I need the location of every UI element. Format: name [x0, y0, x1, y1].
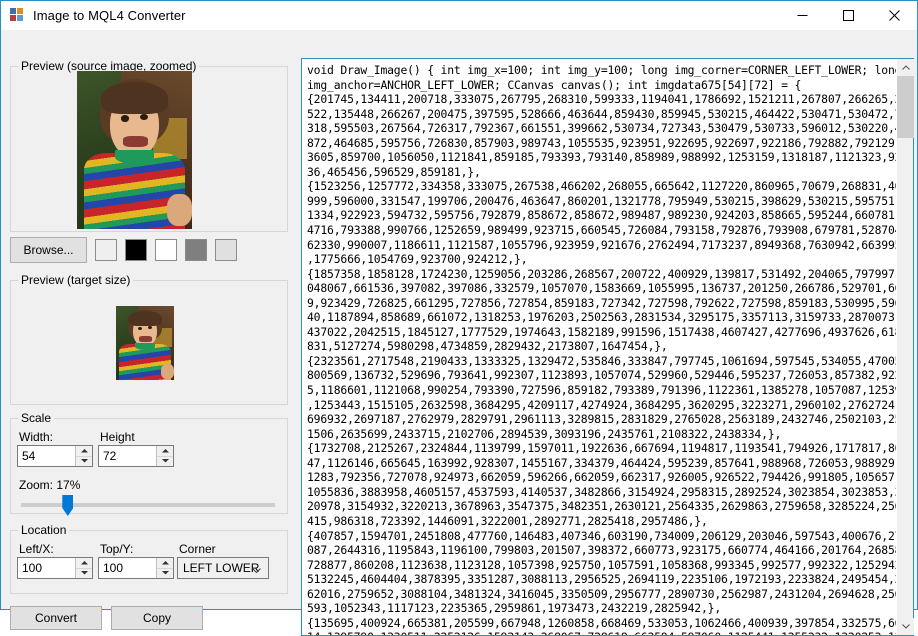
browse-row: Browse...: [10, 237, 237, 263]
chevron-up-icon: [162, 449, 169, 453]
swatch-gray[interactable]: [185, 239, 207, 261]
scale-legend: Scale: [18, 411, 54, 425]
location-legend: Location: [18, 523, 69, 537]
top-y-stepper[interactable]: [98, 557, 174, 579]
minimize-icon: [797, 10, 808, 21]
left-x-stepper-arrows[interactable]: [75, 558, 92, 578]
left-panel: Preview (source image, zoomed) Browse...: [1, 30, 298, 609]
target-preview-legend: Preview (target size): [18, 273, 133, 287]
zoom-slider[interactable]: [17, 494, 279, 518]
target-preview-group: Preview (target size): [10, 280, 288, 405]
chevron-up-icon: [162, 561, 169, 565]
swatch-offwhite[interactable]: [95, 239, 117, 261]
chevron-up-icon: [81, 561, 88, 565]
scrollbar-up-button[interactable]: [897, 59, 914, 76]
height-stepper-down[interactable]: [157, 457, 173, 467]
window-title: Image to MQL4 Converter: [33, 8, 186, 23]
left-x-stepper-down[interactable]: [76, 569, 92, 579]
top-y-label: Top/Y:: [100, 542, 133, 556]
height-stepper[interactable]: [98, 445, 174, 467]
corner-label: Corner: [179, 542, 216, 556]
top-y-stepper-down[interactable]: [157, 569, 173, 579]
left-x-label: Left/X:: [19, 542, 54, 556]
target-preview-image: [116, 306, 174, 380]
maximize-icon: [843, 10, 854, 21]
chevron-up-icon: [81, 449, 88, 453]
window-controls: [779, 1, 917, 30]
title-bar: Image to MQL4 Converter: [1, 1, 917, 30]
scrollbar-thumb[interactable]: [897, 76, 914, 138]
height-stepper-arrows[interactable]: [156, 446, 173, 466]
close-button[interactable]: [871, 1, 917, 30]
chevron-down-icon: [162, 459, 169, 463]
height-input[interactable]: [99, 446, 156, 466]
chevron-down-icon: [252, 563, 261, 577]
left-x-stepper-up[interactable]: [76, 558, 92, 569]
source-preview-image: [77, 71, 192, 229]
chevron-up-icon: [902, 65, 910, 70]
app-icon: [10, 8, 26, 24]
top-y-stepper-arrows[interactable]: [156, 558, 173, 578]
browse-button[interactable]: Browse...: [10, 237, 87, 263]
corner-select[interactable]: LEFT LOWER: [177, 557, 269, 579]
height-label: Height: [100, 430, 135, 444]
top-y-input[interactable]: [99, 558, 156, 578]
generated-code-textarea[interactable]: void Draw_Image() { int img_x=100; int i…: [302, 59, 896, 635]
zoom-label: Zoom: 17%: [19, 478, 80, 492]
width-label: Width:: [19, 430, 53, 444]
main-body: Preview (source image, zoomed) Browse...: [1, 30, 917, 609]
chevron-down-icon: [162, 571, 169, 575]
width-stepper-arrows[interactable]: [75, 446, 92, 466]
swatch-white[interactable]: [155, 239, 177, 261]
close-icon: [889, 10, 900, 21]
width-stepper-down[interactable]: [76, 457, 92, 467]
generated-code-panel: void Draw_Image() { int img_x=100; int i…: [301, 58, 914, 636]
source-preview-group: Preview (source image, zoomed): [10, 66, 288, 232]
zoom-slider-track[interactable]: [21, 503, 275, 507]
app-window: Image to MQL4 Converter: [0, 0, 918, 610]
chevron-down-icon: [902, 624, 910, 629]
corner-select-value: LEFT LOWER: [183, 561, 259, 575]
chevron-down-icon: [81, 459, 88, 463]
minimize-button[interactable]: [779, 1, 825, 30]
height-stepper-up[interactable]: [157, 446, 173, 457]
width-stepper[interactable]: [17, 445, 93, 467]
width-stepper-up[interactable]: [76, 446, 92, 457]
maximize-button[interactable]: [825, 1, 871, 30]
swatch-lightgray[interactable]: [215, 239, 237, 261]
width-input[interactable]: [18, 446, 75, 466]
scrollbar-down-button[interactable]: [897, 618, 914, 635]
top-y-stepper-up[interactable]: [157, 558, 173, 569]
chevron-down-icon: [81, 571, 88, 575]
left-x-input[interactable]: [18, 558, 75, 578]
zoom-slider-thumb[interactable]: [62, 495, 73, 516]
left-x-stepper[interactable]: [17, 557, 93, 579]
swatch-black[interactable]: [125, 239, 147, 261]
code-vertical-scrollbar[interactable]: [896, 59, 913, 635]
